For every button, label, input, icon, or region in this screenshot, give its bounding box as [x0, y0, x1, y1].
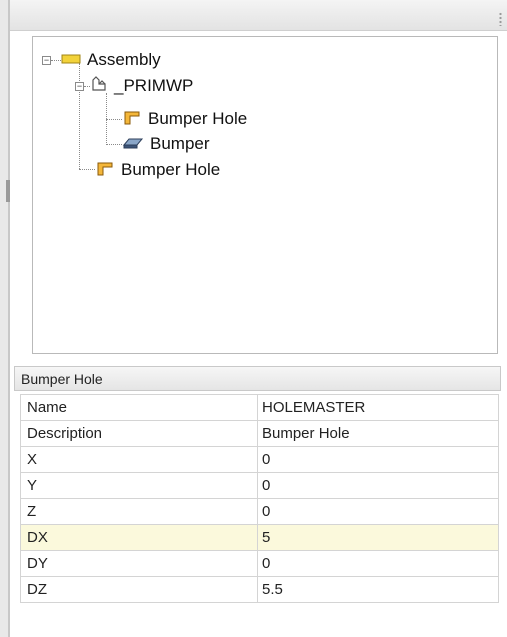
tree-node-primwp[interactable]: _PRIMWP	[90, 74, 193, 98]
tree-node-bumper-hole-child[interactable]: Bumper Hole	[122, 107, 247, 131]
left-panel-border	[0, 0, 10, 637]
property-value[interactable]: HOLEMASTER	[257, 394, 499, 421]
tree-node-label: Assembly	[87, 50, 161, 69]
tree-node-label: Bumper Hole	[148, 109, 248, 128]
tree-connector	[79, 169, 95, 170]
tree-node-label: _PRIMWP	[114, 76, 194, 95]
tree-node-bumper-hole[interactable]: Bumper Hole	[95, 158, 220, 182]
property-row[interactable]: DZ 5.5	[20, 576, 499, 603]
property-name: Z	[20, 498, 258, 525]
property-value[interactable]: 0	[257, 550, 499, 577]
property-name: Description	[20, 420, 258, 447]
property-name: Y	[20, 472, 258, 499]
collapse-assembly-toggle[interactable]: −	[42, 56, 51, 65]
property-value[interactable]: 0	[257, 446, 499, 473]
collapse-primwp-toggle[interactable]: −	[75, 82, 84, 91]
property-name: DZ	[20, 576, 258, 603]
hole-icon	[95, 160, 115, 181]
splitter-grip[interactable]	[6, 180, 10, 202]
property-value[interactable]: Bumper Hole	[257, 420, 499, 447]
solid-icon	[122, 134, 144, 154]
property-row[interactable]: X 0	[20, 446, 499, 473]
property-name: X	[20, 446, 258, 473]
tree-node-label: Bumper	[150, 134, 210, 153]
tree-connector	[106, 119, 122, 120]
property-row[interactable]: Z 0	[20, 498, 499, 525]
property-row[interactable]: Description Bumper Hole	[20, 420, 499, 447]
panel-header	[10, 0, 507, 31]
property-value[interactable]: 0	[257, 498, 499, 525]
property-value[interactable]: 0	[257, 472, 499, 499]
properties-title: Bumper Hole	[14, 366, 501, 391]
tree-node-label: Bumper Hole	[121, 160, 221, 179]
tree-connector	[106, 144, 122, 145]
panel-grip-icon[interactable]	[499, 12, 502, 26]
workplane-icon	[90, 75, 108, 98]
property-row[interactable]: Name HOLEMASTER	[20, 394, 499, 421]
properties-grid[interactable]: Name HOLEMASTER Description Bumper Hole …	[20, 394, 499, 603]
property-name: DY	[20, 550, 258, 577]
property-value[interactable]: 5.5	[257, 576, 499, 603]
panel-edge	[8, 0, 10, 637]
property-name: Name	[20, 394, 258, 421]
property-row-selected[interactable]: DX 5	[20, 524, 499, 551]
tree-node-assembly[interactable]: Assembly	[61, 48, 161, 72]
tree-connector	[79, 63, 80, 169]
tree-node-bumper[interactable]: Bumper	[122, 132, 210, 156]
assembly-icon	[61, 50, 81, 70]
model-tree[interactable]: − − Assembly _PRIMWP Bumper Hole Bumper …	[32, 36, 498, 354]
property-value[interactable]: 5	[257, 524, 499, 551]
hole-icon	[122, 109, 142, 130]
tree-connector	[51, 60, 61, 61]
property-name: DX	[20, 524, 258, 551]
property-row[interactable]: Y 0	[20, 472, 499, 499]
property-row[interactable]: DY 0	[20, 550, 499, 577]
